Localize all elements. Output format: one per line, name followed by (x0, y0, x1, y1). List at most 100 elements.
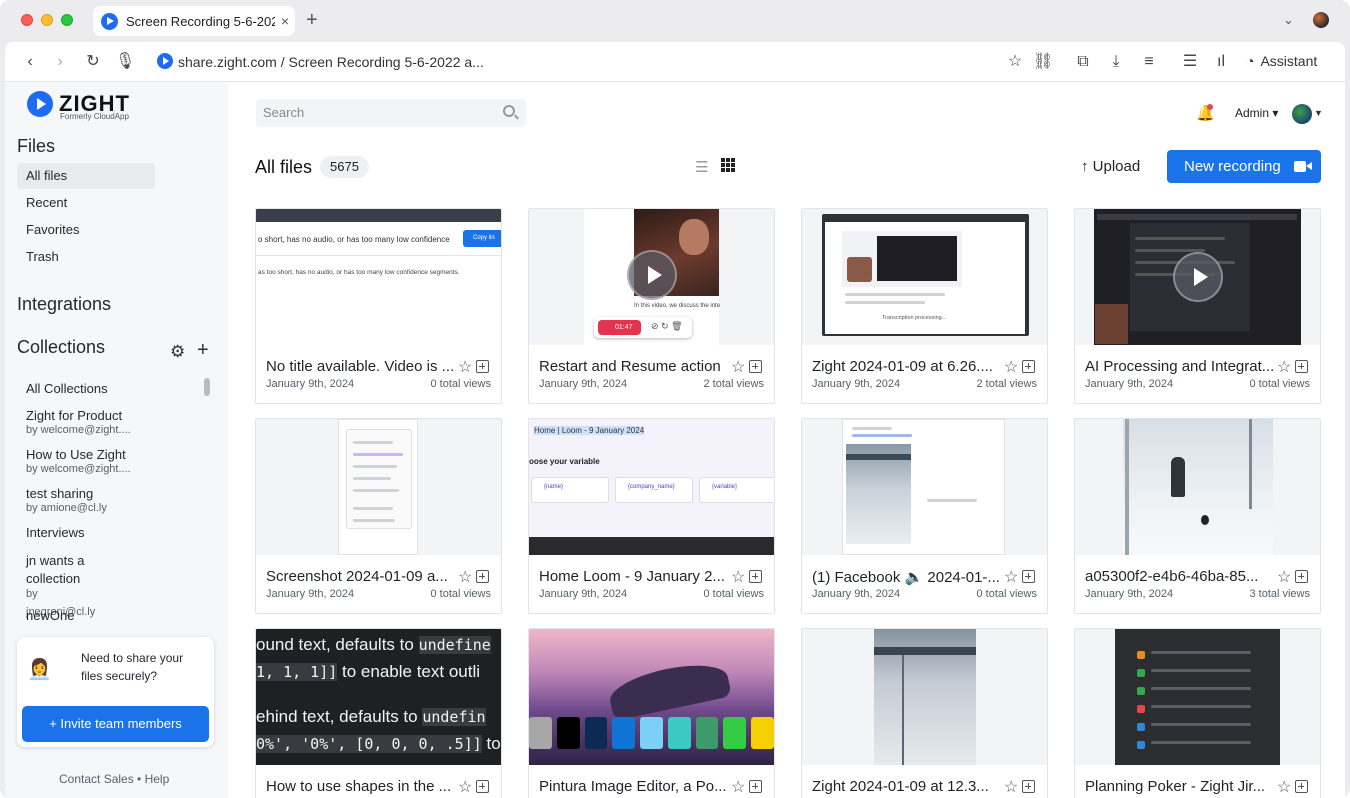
zoom-window-button[interactable] (61, 14, 73, 26)
favorite-star-icon[interactable]: ☆ (731, 567, 745, 587)
audio-wave-icon[interactable]: ıl (1211, 52, 1231, 72)
browser-tab[interactable]: Screen Recording 5-6-2022 × (93, 6, 295, 36)
minimize-window-button[interactable] (41, 14, 53, 26)
reload-icon[interactable]: ↻ (83, 52, 103, 72)
file-card[interactable]: AI Processing and Integrat... ☆ January … (1074, 208, 1321, 404)
add-to-collection-icon[interactable] (476, 360, 489, 373)
admin-menu[interactable]: Admin ▾ (1235, 106, 1278, 120)
add-to-collection-icon[interactable] (1022, 570, 1035, 583)
file-title[interactable]: Home Loom - 9 January 2... (539, 568, 729, 585)
add-collection-plus-icon[interactable]: + (197, 339, 209, 362)
assistant-button[interactable]: ◔ Assistant (1246, 53, 1317, 69)
favorite-star-icon[interactable]: ☆ (1004, 777, 1018, 797)
favorite-star-icon[interactable]: ☆ (1004, 357, 1018, 377)
collection-item[interactable]: Interviews (26, 525, 196, 540)
sidebar-item-all-files[interactable]: All files (17, 163, 155, 189)
file-card[interactable]: o short, has no audio, or has too many l… (255, 208, 502, 404)
file-thumbnail[interactable] (529, 629, 774, 765)
forward-arrow-icon[interactable]: › (50, 52, 70, 72)
sidebar-item-recent[interactable]: Recent (17, 190, 155, 216)
file-card[interactable]: In this video, we discuss the inte 01:47… (528, 208, 775, 404)
file-card[interactable]: (1) Facebook 🔈 2024-01-... ☆ January 9th… (801, 418, 1048, 614)
sidebar-item-trash[interactable]: Trash (17, 244, 155, 270)
integrations-heading[interactable]: Integrations (17, 294, 111, 315)
close-window-button[interactable] (21, 14, 33, 26)
file-thumbnail[interactable]: In this video, we discuss the inte 01:47… (529, 209, 774, 345)
collection-item[interactable]: Zight for Product by welcome@zight.... (26, 408, 196, 436)
play-button-icon[interactable] (627, 250, 677, 300)
avatar-chevron-down-icon[interactable]: ▼ (1314, 108, 1323, 118)
file-title[interactable]: Screenshot 2024-01-09 a... (266, 568, 456, 585)
bookmark-star-icon[interactable]: ☆ (1005, 52, 1025, 72)
file-card[interactable]: Home | Loom - 9 January 2024 oose your v… (528, 418, 775, 614)
file-thumbnail[interactable] (1075, 629, 1320, 765)
reading-list-icon[interactable]: ≡ (1139, 52, 1159, 72)
file-thumbnail[interactable]: Home | Loom - 9 January 2024 oose your v… (529, 419, 774, 555)
sidebar-item-favorites[interactable]: Favorites (17, 217, 155, 243)
address-bar[interactable]: share.zight.com / Screen Recording 5-6-2… (178, 54, 484, 70)
file-thumbnail[interactable] (802, 629, 1047, 765)
favorite-star-icon[interactable]: ☆ (458, 777, 472, 797)
new-tab-button[interactable]: + (306, 9, 318, 31)
file-title[interactable]: AI Processing and Integrat... (1085, 358, 1275, 375)
collections-settings-gear-icon[interactable]: ⚙ (170, 342, 185, 362)
microphone-icon[interactable]: 🎙 (115, 52, 135, 72)
collection-item[interactable]: How to Use Zight by welcome@zight.... (26, 447, 196, 475)
file-title[interactable]: How to use shapes in the ... (266, 778, 456, 795)
favorite-star-icon[interactable]: ☆ (1277, 567, 1291, 587)
link-icon[interactable]: ⛓ (1033, 52, 1053, 72)
search-icon[interactable] (503, 105, 515, 117)
file-title[interactable]: Planning Poker - Zight Jir... (1085, 778, 1275, 795)
file-thumbnail[interactable] (1075, 209, 1320, 345)
upload-button[interactable]: ↑ Upload (1081, 158, 1140, 175)
tab-menu-chevron-icon[interactable]: ⌄ (1283, 12, 1294, 28)
file-thumbnail[interactable]: ound text, defaults to undefine 1, 1, 1]… (256, 629, 501, 765)
extensions-icon[interactable]: ⧉ (1073, 52, 1093, 72)
file-thumbnail[interactable] (256, 419, 501, 555)
file-card[interactable]: Screenshot 2024-01-09 a... ☆ January 9th… (255, 418, 502, 614)
file-title[interactable]: a05300f2-e4b6-46ba-85... (1085, 568, 1275, 585)
collection-item[interactable]: newOne (26, 608, 196, 620)
file-thumbnail[interactable]: Transcription processing... (802, 209, 1047, 345)
new-recording-button[interactable]: New recording (1167, 150, 1321, 183)
favorite-star-icon[interactable]: ☆ (731, 357, 745, 377)
add-to-collection-icon[interactable] (476, 780, 489, 793)
add-to-collection-icon[interactable] (1295, 780, 1308, 793)
add-to-collection-icon[interactable] (476, 570, 489, 583)
collection-item[interactable]: All Collections (26, 381, 196, 396)
file-title[interactable]: Zight 2024-01-09 at 12.3... (812, 778, 1002, 795)
play-button-icon[interactable] (1173, 252, 1223, 302)
add-to-collection-icon[interactable] (1022, 360, 1035, 373)
favorite-star-icon[interactable]: ☆ (458, 357, 472, 377)
collection-item[interactable]: test sharing by amione@cl.ly (26, 486, 196, 514)
add-to-collection-icon[interactable] (749, 570, 762, 583)
add-to-collection-icon[interactable] (1295, 570, 1308, 583)
back-arrow-icon[interactable]: ‹ (20, 52, 40, 72)
file-title[interactable]: Pintura Image Editor, a Po... (539, 778, 729, 795)
file-title[interactable]: No title available. Video is ... (266, 358, 456, 375)
file-card[interactable]: Planning Poker - Zight Jir... ☆ (1074, 628, 1321, 798)
download-icon[interactable]: ⤓ (1106, 52, 1126, 72)
favorite-star-icon[interactable]: ☆ (1004, 567, 1018, 587)
file-card[interactable]: Transcription processing... Zight 2024-0… (801, 208, 1048, 404)
add-to-collection-icon[interactable] (749, 780, 762, 793)
grid-view-icon[interactable] (721, 158, 735, 172)
search-input[interactable]: Search (256, 99, 526, 127)
list-view-icon[interactable]: ☰ (695, 158, 708, 176)
file-title[interactable]: (1) Facebook 🔈 2024-01-... (812, 568, 1002, 586)
file-card[interactable]: a05300f2-e4b6-46ba-85... ☆ January 9th, … (1074, 418, 1321, 614)
favorite-star-icon[interactable]: ☆ (1277, 777, 1291, 797)
file-thumbnail[interactable] (1075, 419, 1320, 555)
add-to-collection-icon[interactable] (1022, 780, 1035, 793)
favorite-star-icon[interactable]: ☆ (731, 777, 745, 797)
file-title[interactable]: Zight 2024-01-09 at 6.26.... (812, 358, 1002, 375)
file-title[interactable]: Restart and Resume action (539, 358, 729, 375)
collections-scrollbar[interactable] (204, 378, 210, 396)
file-card[interactable]: Zight 2024-01-09 at 12.3... ☆ (801, 628, 1048, 798)
file-card[interactable]: ound text, defaults to undefine 1, 1, 1]… (255, 628, 502, 798)
add-to-collection-icon[interactable] (749, 360, 762, 373)
menu-lines-icon[interactable]: ☰ (1180, 52, 1200, 72)
file-thumbnail[interactable]: o short, has no audio, or has too many l… (256, 209, 501, 345)
browser-profile-icon[interactable] (1313, 12, 1329, 28)
favorite-star-icon[interactable]: ☆ (1277, 357, 1291, 377)
